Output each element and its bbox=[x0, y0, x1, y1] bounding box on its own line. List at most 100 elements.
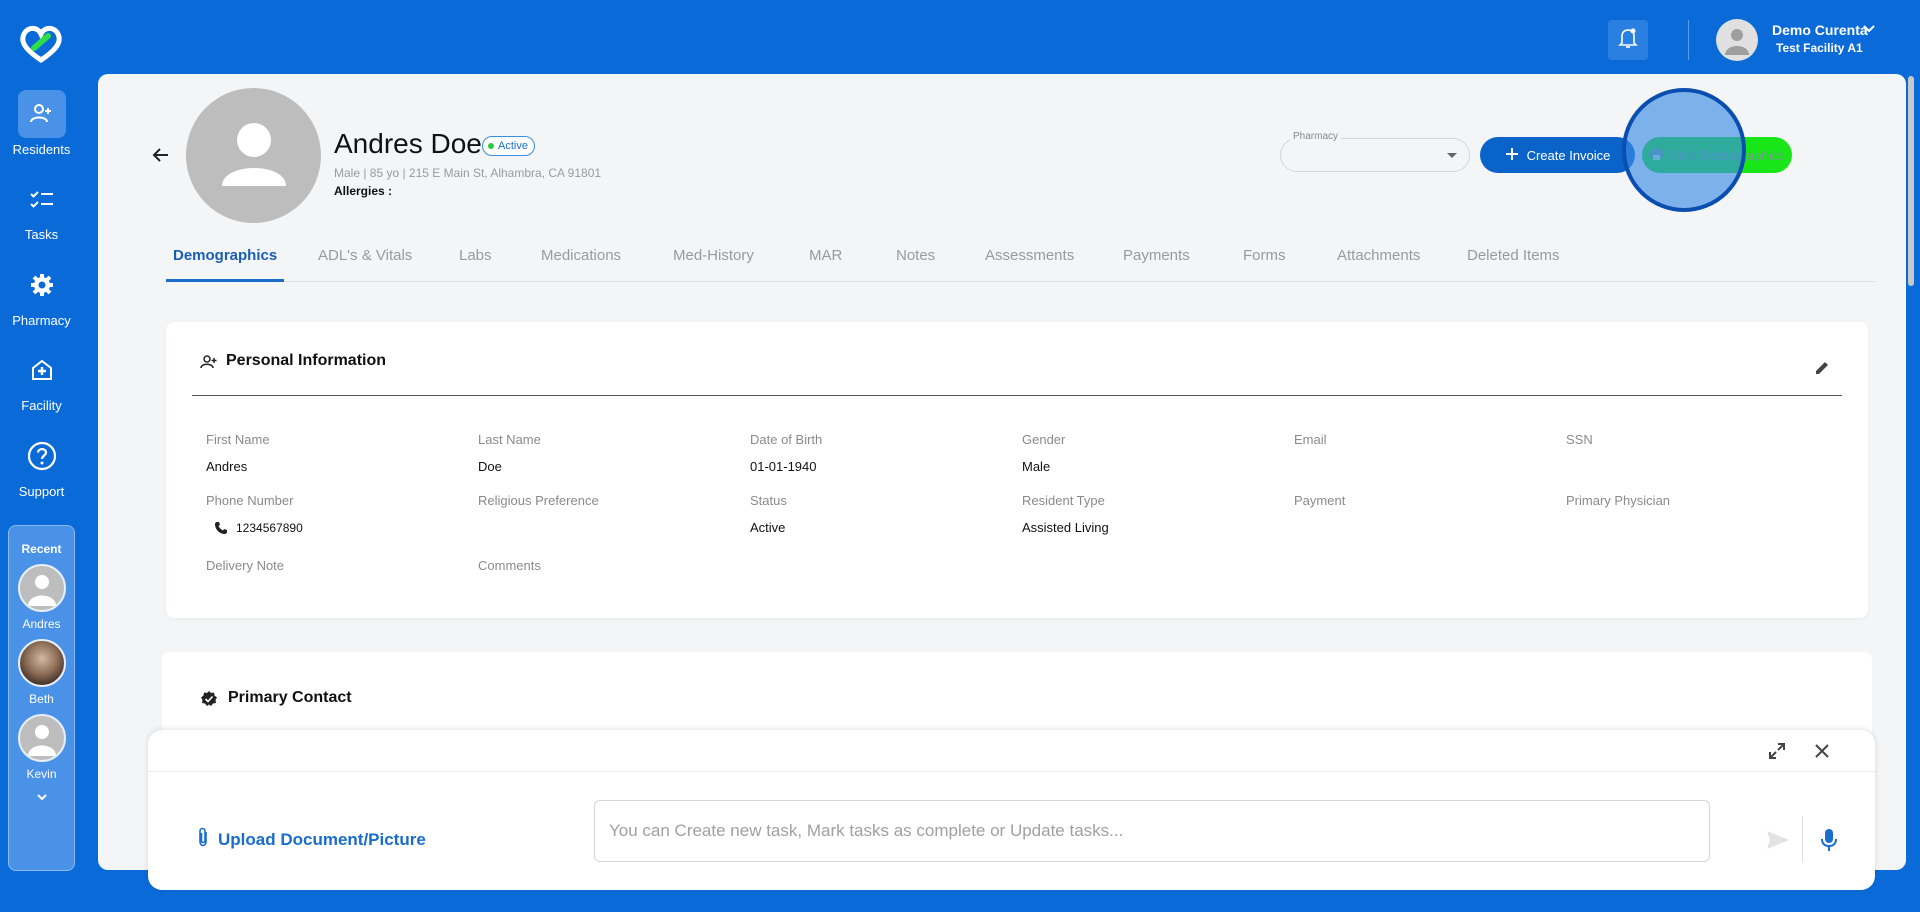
section-title: Primary Contact bbox=[228, 689, 352, 706]
back-arrow-icon[interactable] bbox=[152, 146, 170, 169]
assistant-panel-header bbox=[148, 730, 1875, 772]
paperclip-icon bbox=[196, 826, 210, 853]
print-demographics-label: Print Demographics bbox=[1670, 147, 1785, 163]
tab-bar: Demographics ADL's & Vitals Labs Medicat… bbox=[166, 242, 1876, 282]
sidebar-item-label: Support bbox=[18, 484, 65, 499]
tab-mar[interactable]: MAR bbox=[802, 242, 849, 282]
comments-label: Comments bbox=[478, 558, 541, 573]
sidebar-item-label: Facility bbox=[21, 398, 62, 413]
tab-deleted-items[interactable]: Deleted Items bbox=[1460, 242, 1567, 282]
status-badge: Active bbox=[482, 136, 535, 156]
close-icon[interactable] bbox=[1814, 743, 1830, 764]
phone-icon bbox=[214, 521, 228, 540]
assistant-panel: Upload Document/Picture bbox=[148, 730, 1875, 890]
help-icon bbox=[18, 432, 66, 480]
expand-icon[interactable] bbox=[1768, 742, 1786, 765]
phone-label: Phone Number bbox=[206, 493, 294, 508]
gender-label: Gender bbox=[1022, 432, 1066, 447]
dob-label: Date of Birth bbox=[750, 432, 823, 447]
plus-icon bbox=[1505, 147, 1519, 164]
first-name-value: Andres bbox=[206, 459, 248, 474]
dob-value: 01-01-1940 bbox=[750, 459, 817, 474]
resident-name: Andres Doe bbox=[334, 128, 482, 159]
tab-assessments[interactable]: Assessments bbox=[978, 242, 1081, 282]
edit-icon[interactable] bbox=[1814, 360, 1830, 381]
chevron-down-icon[interactable] bbox=[9, 789, 74, 807]
tab-attachments[interactable]: Attachments bbox=[1330, 242, 1427, 282]
app-logo[interactable] bbox=[18, 24, 64, 64]
recent-resident-kevin[interactable]: Kevin bbox=[9, 714, 74, 781]
tab-payments[interactable]: Payments bbox=[1116, 242, 1197, 282]
avatar bbox=[17, 564, 66, 612]
sidebar-item-label: Residents bbox=[12, 142, 71, 157]
bell-icon bbox=[1618, 27, 1638, 54]
user-name[interactable]: Demo Curenta bbox=[1772, 22, 1868, 38]
sidebar-item-facility[interactable]: Facility bbox=[0, 346, 83, 413]
tab-notes[interactable]: Notes bbox=[889, 242, 942, 282]
resident-avatar bbox=[186, 88, 321, 223]
create-invoice-button[interactable]: Create Invoice bbox=[1480, 137, 1635, 173]
microphone-icon[interactable] bbox=[1820, 828, 1838, 857]
chevron-down-icon[interactable] bbox=[1862, 22, 1876, 40]
last-name-label: Last Name bbox=[478, 432, 541, 447]
notifications-button[interactable] bbox=[1608, 20, 1648, 60]
facility-icon bbox=[18, 346, 66, 394]
user-facility: Test Facility A1 bbox=[1776, 41, 1863, 55]
recent-resident-beth[interactable]: Beth bbox=[9, 639, 74, 706]
sidebar-item-label: Pharmacy bbox=[12, 313, 71, 328]
tab-demographics[interactable]: Demographics bbox=[166, 242, 285, 282]
status-value: Active bbox=[750, 520, 786, 535]
ssn-label: SSN bbox=[1566, 432, 1593, 447]
gear-icon bbox=[18, 261, 66, 309]
recent-name: Andres bbox=[22, 617, 61, 631]
sidebar-item-pharmacy[interactable]: Pharmacy bbox=[0, 261, 83, 328]
sidebar-item-residents[interactable]: Residents bbox=[0, 90, 83, 157]
print-demographics-button[interactable]: Print Demographics bbox=[1642, 137, 1792, 173]
pharmacy-select-label: Pharmacy bbox=[1290, 131, 1342, 142]
user-avatar[interactable] bbox=[1716, 19, 1758, 61]
recent-name: Kevin bbox=[26, 767, 57, 781]
task-command-input[interactable] bbox=[594, 800, 1710, 862]
sidebar-item-support[interactable]: Support bbox=[0, 432, 83, 499]
avatar bbox=[17, 639, 66, 687]
pharmacy-select[interactable]: Pharmacy bbox=[1280, 131, 1470, 172]
resident-type-value: Assisted Living bbox=[1022, 520, 1109, 535]
avatar bbox=[17, 714, 66, 762]
tasks-icon bbox=[18, 175, 66, 223]
phone-value[interactable]: 1234567890 bbox=[236, 521, 303, 535]
resident-meta: Male | 85 yo | 215 E Main St, Alhambra, … bbox=[334, 166, 602, 180]
sidebar-item-label: Tasks bbox=[24, 227, 59, 242]
printer-icon bbox=[1649, 147, 1664, 164]
upload-document-button[interactable]: Upload Document/Picture bbox=[196, 826, 426, 853]
send-icon[interactable] bbox=[1766, 830, 1790, 855]
tab-labs[interactable]: Labs bbox=[452, 242, 499, 282]
sidebar-item-tasks[interactable]: Tasks bbox=[0, 175, 83, 242]
recent-resident-andres[interactable]: Andres bbox=[9, 564, 74, 631]
recent-panel: Recent Andres Beth Kevin bbox=[8, 525, 75, 871]
first-name-label: First Name bbox=[206, 432, 270, 447]
tab-medications[interactable]: Medications bbox=[534, 242, 628, 282]
religion-label: Religious Preference bbox=[478, 493, 599, 508]
person-icon bbox=[200, 354, 218, 375]
gender-value: Male bbox=[1022, 459, 1051, 474]
recent-title: Recent bbox=[21, 542, 62, 556]
sidebar: Residents Tasks Pharmacy Facility Suppor… bbox=[0, 0, 83, 912]
status-label: Status bbox=[750, 493, 787, 508]
create-invoice-label: Create Invoice bbox=[1526, 147, 1611, 163]
last-name-value: Doe bbox=[478, 459, 502, 474]
tab-forms[interactable]: Forms bbox=[1236, 242, 1293, 282]
residents-icon bbox=[17, 90, 66, 138]
status-dot-icon bbox=[488, 143, 494, 149]
scrollbar[interactable] bbox=[1908, 76, 1914, 286]
caret-down-icon bbox=[1447, 153, 1457, 158]
primary-physician-label: Primary Physician bbox=[1566, 493, 1671, 508]
upload-document-label: Upload Document/Picture bbox=[218, 829, 426, 849]
tab-adls-vitals[interactable]: ADL's & Vitals bbox=[311, 242, 419, 282]
resident-type-label: Resident Type bbox=[1022, 493, 1105, 508]
email-label: Email bbox=[1294, 432, 1327, 447]
personal-information-card: Personal Information First Name Andres L… bbox=[166, 322, 1868, 618]
status-badge-label: Active bbox=[498, 140, 528, 152]
tab-med-history[interactable]: Med-History bbox=[666, 242, 761, 282]
section-divider bbox=[192, 395, 1842, 396]
resident-allergies: Allergies : bbox=[334, 184, 393, 198]
